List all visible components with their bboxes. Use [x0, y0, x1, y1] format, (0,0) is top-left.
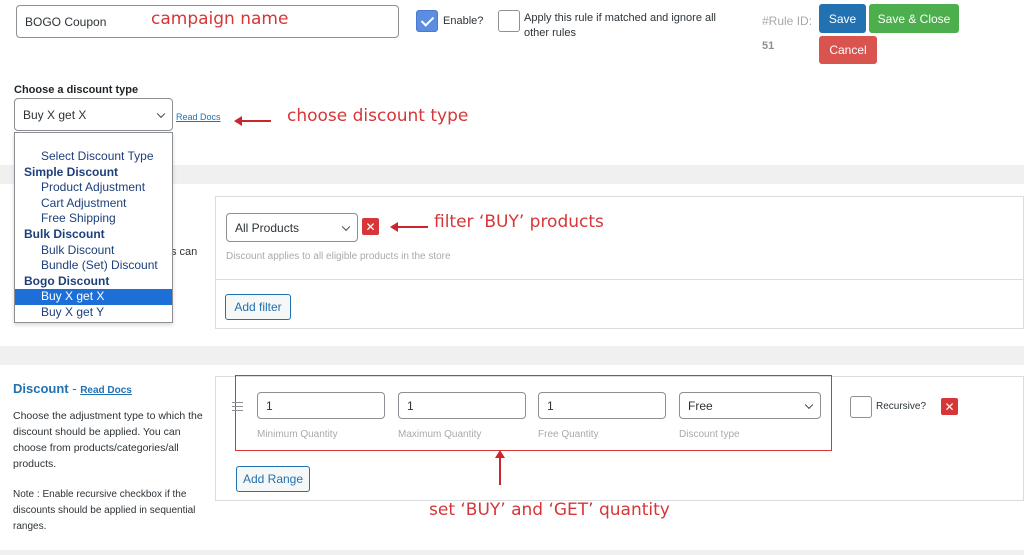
remove-filter-close-icon[interactable]: ✕: [362, 218, 379, 235]
max-quantity-label: Maximum Quantity: [398, 429, 482, 440]
discount-description: Choose the adjustment type to which the …: [13, 410, 203, 470]
cancel-button[interactable]: Cancel: [819, 36, 877, 64]
annotation-discount-type: choose discount type: [287, 106, 469, 126]
dropdown-option[interactable]: Buy X get X: [15, 289, 172, 305]
free-quantity-input[interactable]: 1: [538, 392, 666, 419]
drag-handle-icon[interactable]: [232, 402, 243, 411]
discount-title-separator: -: [68, 381, 81, 396]
dropdown-option[interactable]: Free Shipping: [15, 211, 172, 227]
remove-range-close-icon[interactable]: ✕: [941, 398, 958, 415]
recursive-label: Recursive?: [876, 401, 927, 412]
rule-id-value: 51: [762, 40, 775, 52]
dropdown-group-label: Simple Discount: [24, 164, 119, 179]
chevron-down-icon: [156, 109, 166, 118]
free-quantity-label: Free Quantity: [538, 429, 599, 440]
dropdown-option[interactable]: Cart Adjustment: [15, 196, 172, 212]
enable-checkbox[interactable]: [416, 10, 438, 32]
save-close-button[interactable]: Save & Close: [869, 4, 959, 33]
discount-type-dropdown: Select Discount Type Simple Discount Produ…: [14, 132, 173, 323]
ignore-rules-checkbox[interactable]: [498, 10, 520, 32]
add-range-button[interactable]: Add Range: [236, 466, 310, 492]
arrow-up-head: [495, 450, 505, 458]
annotation-campaign: campaign name: [151, 9, 289, 29]
discount-type-free-select[interactable]: Free: [679, 392, 821, 419]
max-quantity-value: 1: [407, 398, 414, 413]
rule-id-label: #Rule ID:: [762, 14, 813, 28]
filter-select-value: All Products: [235, 220, 300, 235]
discount-type-heading: Choose a discount type: [14, 84, 139, 96]
filter-hint: Discount applies to all eligible product…: [226, 251, 451, 262]
discount-type-value: Buy X get X: [23, 107, 87, 122]
dropdown-option[interactable]: Bundle (Set) Discount: [15, 258, 172, 274]
discount-type-free-value: Free: [688, 398, 713, 413]
free-quantity-value: 1: [547, 398, 554, 413]
discount-read-docs-link[interactable]: Read Docs: [80, 385, 132, 396]
dropdown-option[interactable]: Select Discount Type: [15, 149, 172, 165]
annotation-quantity: set ‘BUY’ and ‘GET’ quantity: [429, 500, 670, 520]
chevron-down-icon: [341, 222, 351, 231]
filter-select[interactable]: All Products: [226, 213, 358, 242]
dropdown-group-label: Bogo Discount: [24, 273, 110, 288]
arrow-left-icon: [390, 222, 428, 232]
dropdown-option[interactable]: Buy X get Y: [15, 305, 172, 321]
recursive-checkbox[interactable]: [850, 396, 872, 418]
min-quantity-input[interactable]: 1: [257, 392, 385, 419]
drag-handle-middle-line: [232, 405, 243, 407]
arrow-left-icon: [234, 116, 271, 126]
dropdown-group-label: Bulk Discount: [24, 226, 105, 241]
dropdown-option[interactable]: Product Adjustment: [15, 180, 172, 196]
chevron-down-icon: [804, 400, 814, 409]
discount-title-text: Discount: [13, 381, 69, 396]
enable-label: Enable?: [443, 15, 484, 27]
campaign-name-value: BOGO Coupon: [25, 14, 107, 29]
discount-type-free-label: Discount type: [679, 429, 740, 440]
min-quantity-value: 1: [266, 398, 273, 413]
ignore-rules-label: Apply this rule if matched and ignore al…: [524, 12, 716, 39]
discount-type-read-docs-link[interactable]: Read Docs: [176, 112, 221, 122]
max-quantity-input[interactable]: 1: [398, 392, 526, 419]
filter-side-text: s can: [171, 246, 198, 258]
save-button[interactable]: Save: [819, 4, 866, 33]
min-quantity-label: Minimum Quantity: [257, 429, 338, 440]
discount-note: Note : Enable recursive checkbox if the …: [13, 489, 196, 532]
arrow-up-icon: [495, 450, 505, 485]
discount-type-select[interactable]: Buy X get X: [14, 98, 173, 131]
annotation-filter: filter ‘BUY’ products: [434, 212, 604, 232]
dropdown-option[interactable]: Bulk Discount: [15, 243, 172, 259]
add-filter-button[interactable]: Add filter: [225, 294, 291, 320]
discount-title: Discount - Read Docs: [13, 381, 132, 396]
filter-divider: [216, 279, 1024, 280]
